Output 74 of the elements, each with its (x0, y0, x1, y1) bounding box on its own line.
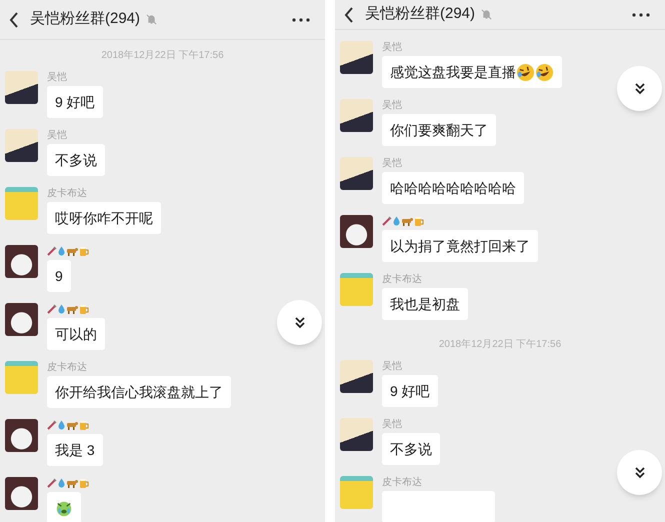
avatar[interactable] (5, 303, 38, 336)
message-text: 我是 3 (55, 440, 95, 460)
back-icon[interactable] (344, 6, 354, 22)
message-text: 9 好吧 (55, 92, 95, 112)
message-text: 感觉这盘我要是直播 (390, 62, 516, 82)
beer-mug-icon (79, 420, 89, 430)
water-drop-icon (58, 304, 65, 314)
syringe-icon (382, 216, 392, 226)
cow-icon (66, 246, 78, 256)
more-icon[interactable] (292, 18, 310, 22)
avatar[interactable] (5, 129, 38, 162)
scroll-down-button[interactable] (617, 66, 662, 111)
crying-face-emoji (55, 499, 73, 517)
message-text: 哈哈哈哈哈哈哈哈哈 (390, 178, 516, 198)
avatar[interactable] (340, 99, 373, 132)
avatar[interactable] (5, 71, 38, 104)
cow-icon (66, 478, 78, 488)
message-text: 可以的 (55, 324, 97, 344)
message-text: 9 好吧 (390, 382, 430, 400)
syringe-icon (47, 304, 57, 314)
avatar[interactable] (340, 418, 373, 451)
message-text: 不多说 (55, 150, 97, 170)
sender-name: 吴恺 (382, 98, 402, 112)
water-drop-icon (58, 420, 65, 430)
message-text: 我也是初盘 (390, 294, 460, 314)
avatar[interactable] (5, 477, 38, 510)
water-drop-icon (393, 216, 400, 226)
sender-name: 皮卡布达 (47, 186, 87, 200)
avatar[interactable] (5, 245, 38, 278)
message-text: 你开给我信心我滚盘就上了 (55, 382, 223, 402)
message-text: 以为捐了竟然打回来了 (390, 236, 530, 256)
sender-name: 皮卡布达 (47, 360, 87, 374)
sender-name: 吴恺 (382, 418, 402, 432)
chat-title: 吴恺粉丝群(294) (365, 4, 476, 24)
water-drop-icon (58, 478, 65, 488)
sender-name: 吴恺 (47, 70, 67, 84)
more-icon[interactable] (632, 12, 650, 16)
sender-name: 吴恺 (382, 156, 402, 170)
sender-name: 吴恺 (47, 128, 67, 142)
sender-name: 皮卡布达 (382, 476, 422, 490)
message-text: 不多说 (390, 440, 432, 458)
scroll-down-button[interactable] (617, 450, 662, 495)
message-text: 哎呀你咋不开呢 (55, 208, 153, 228)
scroll-down-button[interactable] (277, 300, 322, 345)
double-chevron-icon (294, 316, 306, 328)
syringe-icon (47, 420, 57, 430)
timestamp: 2018年12月22日 下午17:56 (101, 49, 224, 63)
avatar[interactable] (5, 419, 38, 452)
laughing-crying-emoji (535, 62, 554, 82)
message-text: 9 (55, 266, 63, 286)
sender-name: 吴恺 (382, 40, 402, 54)
water-drop-icon (58, 246, 65, 256)
avatar[interactable] (340, 157, 373, 190)
syringe-icon (47, 246, 57, 256)
beer-mug-icon (79, 304, 89, 314)
avatar[interactable] (340, 215, 373, 248)
beer-mug-icon (79, 478, 89, 488)
sender-name: 吴恺 (382, 360, 402, 374)
laughing-crying-emoji (516, 62, 535, 82)
beer-mug-icon (79, 246, 89, 256)
syringe-icon (47, 478, 57, 488)
cow-icon (401, 216, 413, 226)
double-chevron-icon (634, 466, 646, 478)
cow-icon (66, 420, 78, 430)
double-chevron-icon (634, 82, 646, 94)
sender-name: 皮卡布达 (382, 272, 422, 286)
back-icon[interactable] (9, 12, 19, 28)
avatar[interactable] (340, 41, 373, 74)
timestamp: 2018年12月22日 下午17:56 (438, 338, 562, 352)
chat-title: 吴恺粉丝群(294) (30, 9, 140, 30)
avatar[interactable] (340, 360, 373, 393)
cow-icon (66, 304, 78, 314)
beer-mug-icon (414, 216, 424, 226)
message-text: 你们要爽翻天了 (390, 120, 488, 140)
